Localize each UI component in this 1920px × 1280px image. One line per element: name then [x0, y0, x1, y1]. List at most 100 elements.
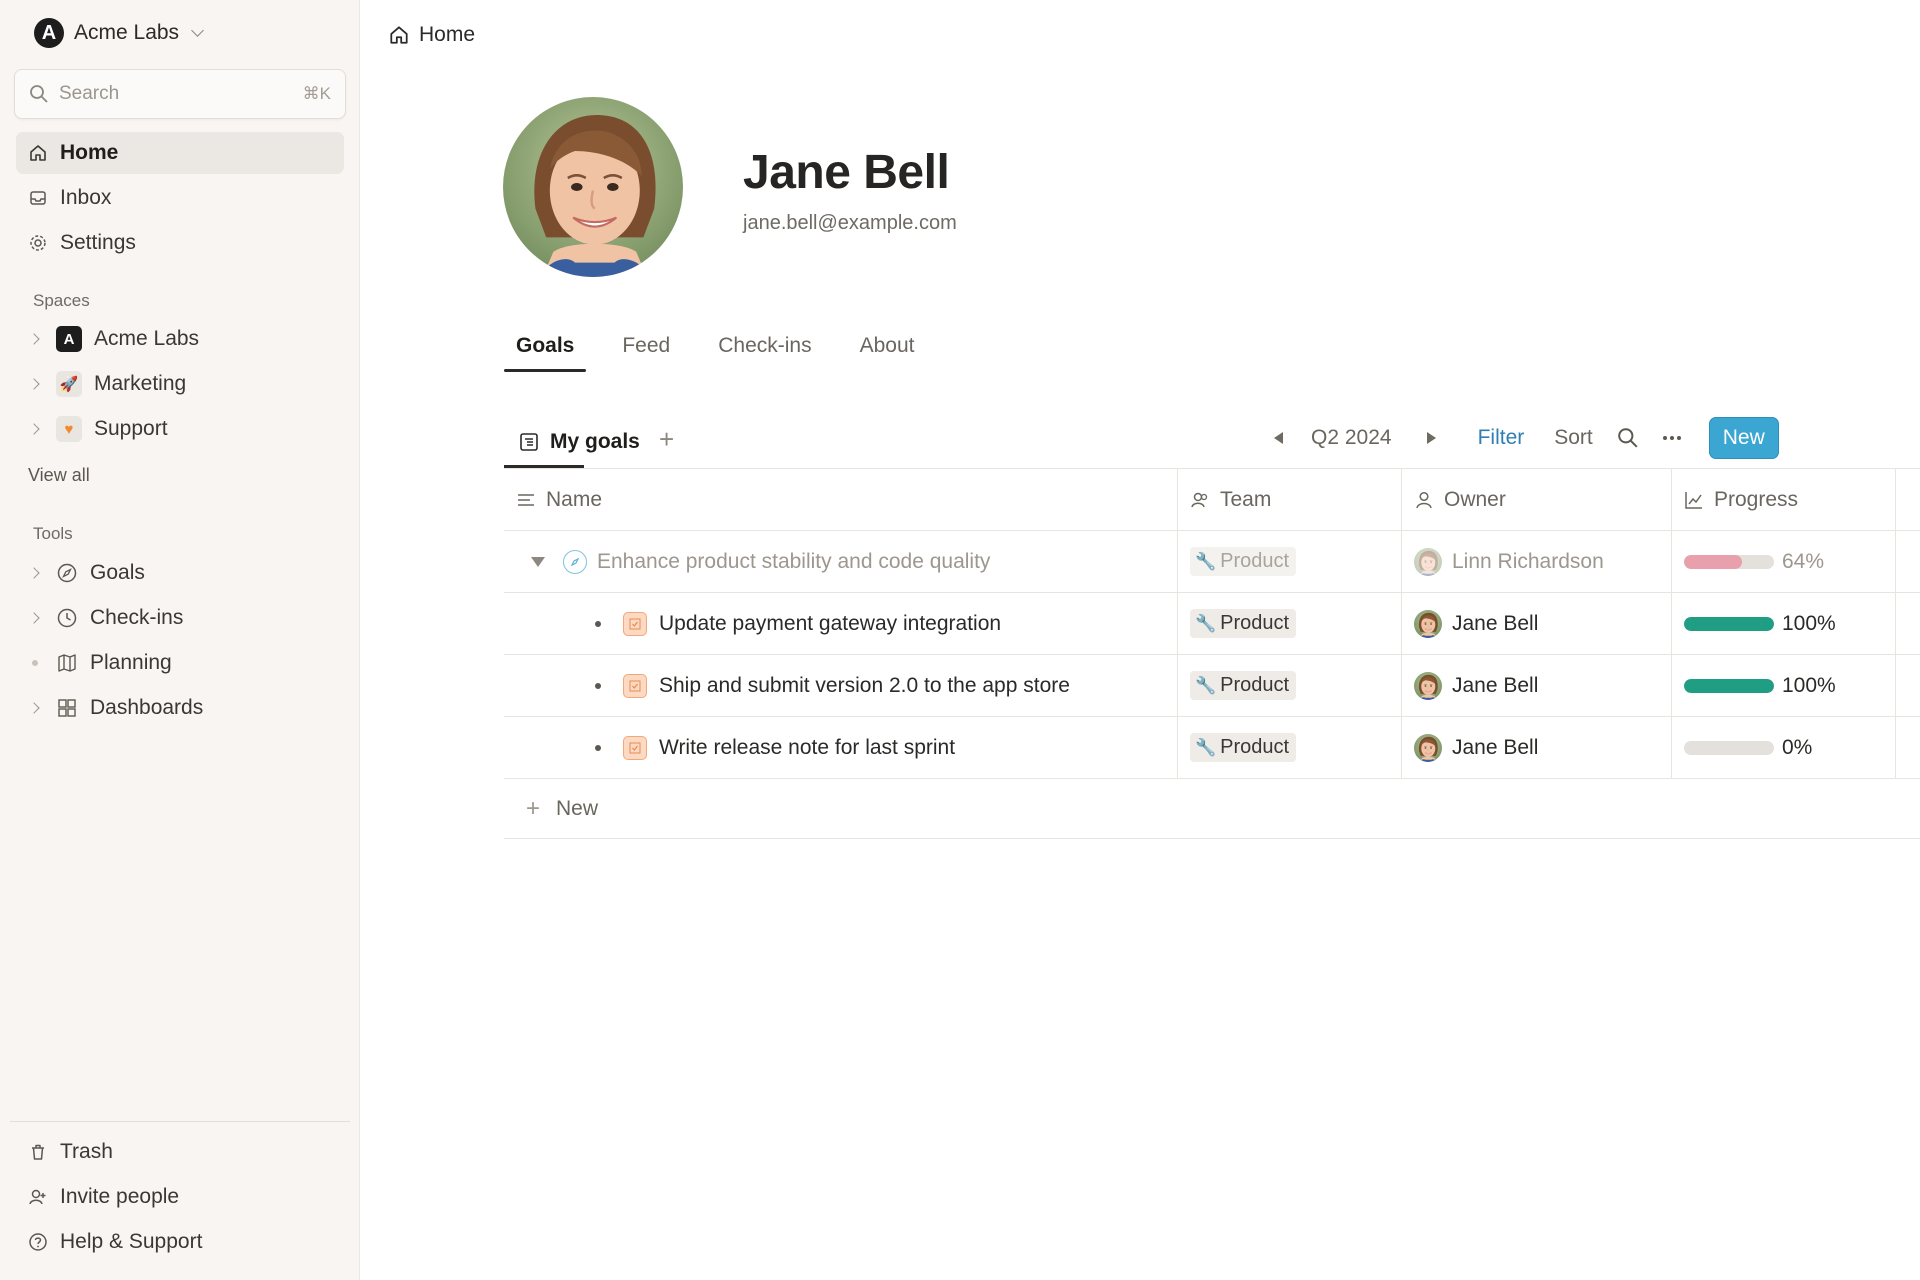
goal-name[interactable]: Ship and submit version 2.0 to the app s…	[659, 674, 1070, 698]
bullet-icon	[595, 620, 601, 627]
chevron-right-icon[interactable]	[28, 567, 40, 579]
map-icon	[58, 654, 76, 672]
view-tab-label: My goals	[550, 430, 640, 453]
column-header-progress[interactable]: Progress	[1672, 469, 1896, 530]
team-tag[interactable]: 🔧 Product	[1190, 609, 1297, 638]
add-view-plus-icon[interactable]: +	[659, 426, 674, 452]
extra-cell	[1896, 655, 1920, 716]
sort-button[interactable]: Sort	[1554, 426, 1593, 450]
progress-cell: 0%	[1672, 717, 1896, 778]
team-icon	[1191, 492, 1208, 507]
tab-goals[interactable]: Goals	[504, 326, 587, 372]
more-options-icon[interactable]	[1661, 427, 1683, 449]
breadcrumb[interactable]: Home	[388, 20, 475, 50]
workspace-switcher[interactable]: A Acme Labs	[34, 18, 204, 48]
period-label[interactable]: Q2 2024	[1311, 426, 1392, 450]
clock-icon	[57, 608, 77, 628]
name-cell: Write release note for last sprint	[504, 717, 1178, 778]
chevron-right-icon[interactable]	[28, 423, 40, 435]
extra-cell	[1896, 531, 1920, 592]
search-icon	[30, 85, 48, 103]
add-new-row-button[interactable]: + New	[504, 779, 1920, 839]
rocket-icon: 🚀	[56, 371, 82, 397]
tool-item-planning[interactable]: Planning	[30, 643, 172, 683]
space-item-marketing[interactable]: 🚀 Marketing	[28, 364, 186, 404]
team-cell: 🔧 Product	[1178, 593, 1402, 654]
column-header-name[interactable]: Name	[504, 469, 1178, 530]
table-row[interactable]: Enhance product stability and code quali…	[504, 531, 1920, 593]
filter-button[interactable]: Filter	[1478, 426, 1525, 450]
owner-cell: Jane Bell	[1402, 655, 1672, 716]
person-icon	[1416, 491, 1432, 508]
wrench-icon: 🔧	[1195, 675, 1217, 695]
checkbox-task-icon	[623, 673, 647, 698]
add-row-label: New	[556, 796, 599, 820]
team-tag[interactable]: 🔧 Product	[1190, 733, 1297, 762]
chevron-right-icon[interactable]	[28, 612, 40, 624]
nav-item-help-support[interactable]: Help & Support	[16, 1221, 344, 1263]
progress-label: 64%	[1782, 549, 1825, 573]
tab-feed[interactable]: Feed	[610, 326, 682, 372]
chevron-right-icon[interactable]	[28, 378, 40, 390]
owner-name: Linn Richardson	[1452, 549, 1604, 573]
space-item-support[interactable]: ♥ Support	[28, 409, 168, 449]
progress-bar	[1684, 554, 1774, 569]
view-tab-my-goals[interactable]: My goals	[504, 416, 650, 468]
profile-email: jane.bell@example.com	[743, 212, 957, 234]
table-header: Name Team Owner Progress	[504, 469, 1920, 531]
extra-cell	[1896, 717, 1920, 778]
team-tag[interactable]: 🔧 Product	[1190, 547, 1297, 576]
tool-item-check-ins[interactable]: Check-ins	[28, 598, 183, 638]
progress-bar	[1684, 678, 1774, 693]
column-header-owner[interactable]: Owner	[1402, 469, 1672, 530]
team-cell: 🔧 Product	[1178, 717, 1402, 778]
nav-item-settings[interactable]: Settings	[16, 222, 344, 264]
tool-item-dashboards[interactable]: Dashboards	[28, 688, 204, 728]
nav-item-invite-people[interactable]: Invite people	[16, 1176, 344, 1218]
nav-item-home[interactable]: Home	[16, 132, 344, 174]
home-icon	[30, 145, 46, 161]
team-cell: 🔧 Product	[1178, 655, 1402, 716]
nav-item-trash[interactable]: Trash	[16, 1131, 344, 1173]
tool-item-goals[interactable]: Goals	[28, 553, 145, 593]
tab-check-ins[interactable]: Check-ins	[706, 326, 823, 372]
search-icon[interactable]	[1617, 427, 1639, 449]
sidebar-divider	[10, 1121, 350, 1122]
extra-cell	[1896, 593, 1920, 654]
search-box[interactable]: Search ⌘K	[14, 69, 346, 119]
profile-name: Jane Bell	[743, 146, 950, 199]
space-item-acme-labs[interactable]: A Acme Labs	[28, 319, 200, 359]
previous-period-icon[interactable]	[1274, 432, 1283, 444]
tab-about[interactable]: About	[848, 326, 927, 372]
spaces-heading: Spaces	[33, 291, 90, 310]
trash-icon	[32, 1144, 44, 1160]
space-item-label: Support	[94, 417, 168, 440]
new-goal-button[interactable]: New	[1708, 417, 1779, 459]
next-period-icon[interactable]	[1426, 432, 1436, 444]
name-cell: Update payment gateway integration	[504, 593, 1178, 654]
table-row[interactable]: Update payment gateway integration 🔧 Pro…	[504, 593, 1920, 655]
acme-logo-icon: A	[34, 18, 64, 48]
owner-avatar	[1414, 672, 1442, 700]
name-cell: Enhance product stability and code quali…	[504, 531, 1178, 592]
owner-avatar	[1414, 610, 1442, 638]
nav-item-label: Invite people	[60, 1185, 180, 1208]
column-header-team[interactable]: Team	[1178, 469, 1402, 530]
chevron-right-icon[interactable]	[28, 333, 40, 345]
team-tag[interactable]: 🔧 Product	[1190, 671, 1297, 700]
view-all-spaces-link[interactable]: View all	[28, 465, 90, 486]
nav-item-inbox[interactable]: Inbox	[16, 177, 344, 219]
table-row[interactable]: Write release note for last sprint 🔧 Pro…	[504, 717, 1920, 779]
tool-item-label: Dashboards	[90, 696, 204, 719]
tools-heading: Tools	[33, 524, 73, 543]
team-tag-label: Product	[1220, 736, 1290, 758]
collapse-caret-icon[interactable]	[531, 556, 545, 567]
goal-name[interactable]: Update payment gateway integration	[659, 612, 1001, 636]
owner-name: Jane Bell	[1452, 735, 1539, 759]
progress-cell: 100%	[1672, 593, 1896, 654]
goal-name[interactable]: Enhance product stability and code quali…	[597, 550, 990, 574]
goal-name[interactable]: Write release note for last sprint	[659, 736, 955, 760]
space-item-label: Acme Labs	[94, 327, 200, 350]
chevron-right-icon[interactable]	[28, 702, 40, 714]
table-row[interactable]: Ship and submit version 2.0 to the app s…	[504, 655, 1920, 717]
